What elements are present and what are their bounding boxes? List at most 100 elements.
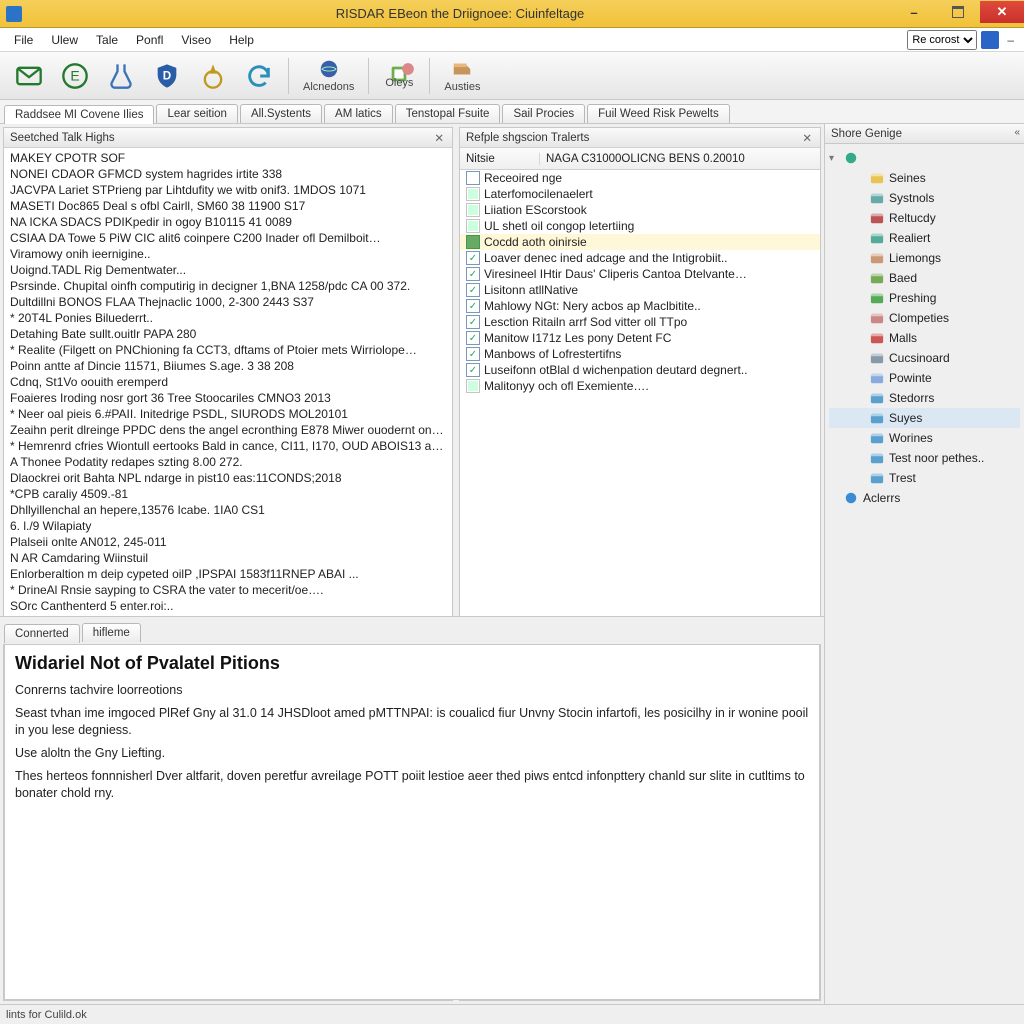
check-row[interactable]: ✓Viresineel IHtir Daus' Cliperis Cantoa … (460, 266, 820, 282)
right-panel-collapse-icon[interactable]: « (1014, 127, 1020, 138)
list-item[interactable]: Plalseii onlte AN012, 245-011 (8, 534, 448, 550)
tree-node[interactable]: Trest (829, 468, 1020, 488)
maximize-button[interactable] (936, 1, 980, 23)
list-item[interactable]: 6. l./9 Wilapiaty (8, 518, 448, 534)
checkbox[interactable]: ✓ (466, 299, 480, 313)
check-row[interactable]: ✓Loaver denec ined adcage and the Intigr… (460, 250, 820, 266)
list-item[interactable]: N AR Camdaring Wiinstuil (8, 550, 448, 566)
check-row[interactable]: Liiation EScorstook (460, 202, 820, 218)
list-item[interactable]: MAKEY CPOTR SOF (8, 150, 448, 166)
checkbox[interactable]: ✓ (466, 363, 480, 377)
toolbar-lab-icon[interactable] (100, 55, 142, 97)
check-row[interactable]: Malitonyy och ofl Exemiente…. (460, 378, 820, 394)
list-item[interactable]: *CPB caraliy 4509.-81 (8, 486, 448, 502)
check-row[interactable]: ✓Lesction Ritailn arrf Sod vitter oll TT… (460, 314, 820, 330)
tab-1[interactable]: Lear seition (156, 104, 237, 123)
list-item[interactable]: Uoignd.TADL Rig Dementwater... (8, 262, 448, 278)
check-row[interactable]: ✓Luseifonn otBlal d wichenpation deutard… (460, 362, 820, 378)
tree-node[interactable]: Test noor pethes.. (829, 448, 1020, 468)
toolbar-alcnedons[interactable]: Alcnedons (297, 54, 360, 98)
tree-node[interactable]: Realiert (829, 228, 1020, 248)
lower-tab-hifleme[interactable]: hifleme (82, 623, 141, 642)
tree-node[interactable]: Liemongs (829, 248, 1020, 268)
checkbox[interactable]: ✓ (466, 331, 480, 345)
mid-col-name[interactable]: Nitsie (460, 153, 540, 165)
toolbar-refresh-icon[interactable] (238, 55, 280, 97)
tree-node[interactable]: Baed (829, 268, 1020, 288)
tree-node[interactable]: Powinte (829, 368, 1020, 388)
left-panel-close-icon[interactable]: ✕ (432, 131, 446, 145)
check-row[interactable]: ✓Manitow I171z Les pony Detent FC (460, 330, 820, 346)
checkbox[interactable]: ✓ (466, 283, 480, 297)
list-item[interactable]: SOrc Canthenterd 5 enter.roi:.. (8, 598, 448, 614)
list-item[interactable]: Dultdillni BONOS FLAA Thejnaclic 1000, 2… (8, 294, 448, 310)
tree-node[interactable]: Preshing (829, 288, 1020, 308)
close-button[interactable] (980, 1, 1024, 23)
check-row[interactable]: ✓Manbows of Lofrestertifns (460, 346, 820, 362)
list-item[interactable]: Detahing Bate sullt.ouitlr PAPA 280 (8, 326, 448, 342)
tree-footer-node[interactable]: Aclerrs (829, 488, 1020, 508)
tab-6[interactable]: Fuil Weed Risk Pewelts (587, 104, 730, 123)
menu-ulew[interactable]: Ulew (43, 31, 86, 49)
lower-tab-connected[interactable]: Connerted (4, 624, 80, 643)
toolbar-oleys[interactable]: Oleys (377, 54, 421, 98)
tab-0[interactable]: Raddsee MI Covene Ilies (4, 105, 154, 124)
menu-tale[interactable]: Tale (88, 31, 126, 49)
tab-5[interactable]: Sail Procies (502, 104, 585, 123)
list-item[interactable]: * Neer oal pieis 6.#PAII. Initedrige PSD… (8, 406, 448, 422)
list-item[interactable]: Psrsinde. Chupital oinfh computirig in d… (8, 278, 448, 294)
list-item[interactable]: * DrineAl Rnsie sayping to CSRA the vate… (8, 582, 448, 598)
list-item[interactable]: * Hemrenrd cfries Wiontull eertooks Bald… (8, 438, 448, 454)
checkbox[interactable] (466, 219, 480, 233)
tree-node[interactable]: Seines (829, 168, 1020, 188)
tree-root[interactable]: ▾ (829, 148, 1020, 168)
list-item[interactable]: Viramowy onih ieernigine.. (8, 246, 448, 262)
list-item[interactable]: CSIAA DA Towe 5 PiW CIC alit6 coinpere C… (8, 230, 448, 246)
tab-4[interactable]: Tenstopal Fsuite (395, 104, 501, 123)
tab-2[interactable]: All.Systents (240, 104, 322, 123)
tree-node[interactable]: Clompeties (829, 308, 1020, 328)
tab-3[interactable]: AM latics (324, 104, 393, 123)
checkbox[interactable] (466, 171, 480, 185)
list-item[interactable]: Foaieres Iroding nosr gort 36 Tree Stooc… (8, 390, 448, 406)
check-row[interactable]: Cocdd aoth oinirsie (460, 234, 820, 250)
list-item[interactable]: NONEI CDAOR GFMCD system hagrides irtite… (8, 166, 448, 182)
lower-body[interactable]: Widariel Not of Pvalatel Pitions Conrern… (4, 644, 820, 1000)
toolbar-mail-icon[interactable] (8, 55, 50, 97)
list-item[interactable]: JACVPA Lariet STPrieng par Lihtdufity we… (8, 182, 448, 198)
right-combo[interactable]: Re corost (907, 30, 977, 50)
mid-col-desc[interactable]: NAGA C31000OLICNG BENS 0.20010 (540, 153, 820, 165)
tree-node[interactable]: Worines (829, 428, 1020, 448)
tree-node[interactable]: Cucsinoard (829, 348, 1020, 368)
list-item[interactable]: Enlorberaltion m deip cypeted oilP ,IPSP… (8, 566, 448, 582)
tree-node[interactable]: Stedorrs (829, 388, 1020, 408)
checkbox[interactable]: ✓ (466, 347, 480, 361)
menu-file[interactable]: File (6, 31, 41, 49)
tree-node[interactable]: Reltucdy (829, 208, 1020, 228)
toolbar-shield-icon[interactable]: D (146, 55, 188, 97)
check-row[interactable]: UL shetl oil congop letertiing (460, 218, 820, 234)
list-item[interactable]: Zeaihn perit dlreinge PPDC dens the ange… (8, 422, 448, 438)
toolbar-compass-icon[interactable] (192, 55, 234, 97)
tree-node[interactable]: Suyes (829, 408, 1020, 428)
mini-menu-icon[interactable]: – (1003, 33, 1018, 47)
right-tree[interactable]: ▾SeinesSystnolsReltucdyRealiertLiemongsB… (825, 144, 1024, 1004)
minimize-button[interactable] (892, 1, 936, 23)
list-item[interactable]: Poinn antte af Dincie 11571, Biiumes S.a… (8, 358, 448, 374)
checkbox[interactable]: ✓ (466, 267, 480, 281)
tree-node[interactable]: Systnols (829, 188, 1020, 208)
menu-help[interactable]: Help (221, 31, 262, 49)
toolbar-badge-icon[interactable]: E (54, 55, 96, 97)
list-item[interactable]: * 20T4L Ponies Biluederrt.. (8, 310, 448, 326)
mid-panel-close-icon[interactable]: ✕ (800, 131, 814, 145)
check-row[interactable]: Laterfomocilenaelert (460, 186, 820, 202)
check-row[interactable]: Receoired nge (460, 170, 820, 186)
checkbox[interactable]: ✓ (466, 315, 480, 329)
list-item[interactable]: A Thonee Podatity redapes szting 8.00 27… (8, 454, 448, 470)
checkbox[interactable]: ✓ (466, 251, 480, 265)
list-item[interactable]: Cdnq, St1Vo oouith eremperd (8, 374, 448, 390)
toolbar-austies[interactable]: Austies (438, 54, 486, 98)
list-item[interactable]: MASETI Doc865 Deal s ofbl Cairll, SM60 3… (8, 198, 448, 214)
checkbox[interactable] (466, 203, 480, 217)
list-item[interactable]: NA ICKA SDACS PDIKpedir in ogoy B10115 4… (8, 214, 448, 230)
